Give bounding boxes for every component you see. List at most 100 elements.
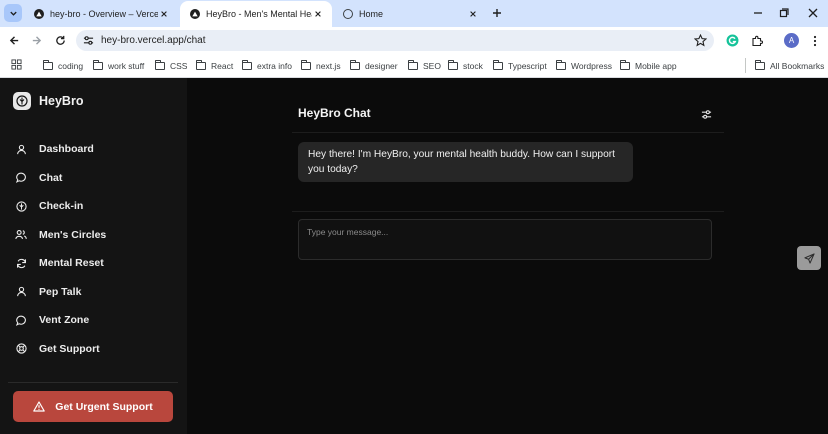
tab-vercel[interactable]: hey-bro - Overview – Vercel [24,1,178,27]
restore-button[interactable] [776,5,792,21]
arrow-right-icon [32,36,42,45]
brand[interactable]: HeyBro [13,92,83,110]
tab-search-button[interactable] [4,4,22,22]
send-button[interactable] [797,246,821,270]
close-tab-icon[interactable] [467,8,479,20]
chat-main: HeyBro Chat Hey there! I'm HeyBro, your … [187,78,828,434]
sidebar-item-label: Check-in [39,200,84,213]
bookmark-folder[interactable]: extra info [242,58,292,73]
bookmark-label: coding [58,60,84,71]
apps-grid-icon[interactable] [11,59,22,70]
bookmark-folder[interactable]: next.js [301,58,341,73]
bookmark-folder[interactable]: Wordpress [556,58,612,73]
lifebuoy-icon [15,343,27,355]
tab-heybro[interactable]: HeyBro - Men's Mental Health [180,1,332,27]
sidebar-item-chat[interactable]: Chat [0,164,187,193]
sidebar-item-vent-zone[interactable]: Vent Zone [0,306,187,335]
forward-button[interactable] [28,32,45,49]
chat-bubble-icon [15,172,27,184]
sidebar-item-pep-talk[interactable]: Pep Talk [0,278,187,307]
browser-menu-button[interactable] [806,32,823,49]
sliders-icon [701,109,711,119]
bookmark-folder[interactable]: work stuff [93,58,144,73]
sidebar-item-check-in[interactable]: Check-in [0,192,187,221]
bookmarks-divider [745,58,746,73]
close-tab-icon[interactable] [312,8,324,20]
bookmark-folder[interactable]: CSS [155,58,187,73]
bookmark-folder[interactable]: designer [350,58,398,73]
bookmark-folder[interactable]: SEO [408,58,441,73]
back-button[interactable] [6,32,23,49]
sidebar-item-label: Chat [39,171,63,184]
extensions-button[interactable] [748,32,765,49]
sidebar-item-label: Get Support [39,342,100,355]
plus-icon [493,9,501,17]
folder-icon [242,59,252,70]
brand-name: HeyBro [39,94,84,108]
sidebar-item-mens-circles[interactable]: Men's Circles [0,221,187,250]
browser-chrome: hey-bro - Overview – Vercel HeyBro - Men… [0,0,828,78]
bookmark-label: designer [365,60,398,71]
tab-title: HeyBro - Men's Mental Health [206,9,312,19]
bookmark-label: All Bookmarks [770,60,825,71]
close-icon [808,8,818,18]
close-window-button[interactable] [805,5,821,21]
heybro-logo-icon [13,92,31,110]
minimize-icon [754,12,762,14]
folder-icon [556,59,566,70]
chat-bubble-icon [15,314,27,326]
bookmark-folder[interactable]: Mobile app [620,58,677,73]
new-tab-button[interactable] [489,5,505,21]
restore-icon [779,8,789,18]
sidebar-item-label: Dashboard [39,143,94,156]
get-urgent-support-button[interactable]: Get Urgent Support [13,391,173,422]
reload-button[interactable] [52,32,69,49]
tab-strip: hey-bro - Overview – Vercel HeyBro - Men… [0,0,828,27]
chevron-down-icon [9,11,17,16]
users-icon [15,229,27,241]
folder-icon [350,59,360,70]
tab-title: hey-bro - Overview – Vercel [50,9,158,19]
bookmark-folder[interactable]: coding [43,58,83,73]
sidebar-item-get-support[interactable]: Get Support [0,335,187,364]
site-settings-icon[interactable] [83,35,94,46]
folder-icon [93,59,103,70]
folder-icon [301,59,311,70]
folder-icon [43,59,53,70]
sidebar-item-dashboard[interactable]: Dashboard [0,135,187,164]
url-text: hey-bro.vercel.app/chat [101,35,206,46]
folder-icon [620,59,630,70]
vercel-favicon-icon [34,9,44,19]
sidebar-divider [8,382,178,383]
sidebar-item-label: Vent Zone [39,314,90,327]
bookmark-folder[interactable]: React [196,58,233,73]
bookmark-folder[interactable]: stock [448,58,483,73]
chat-settings-button[interactable] [699,107,713,121]
bookmark-label: Mobile app [635,60,677,71]
check-in-icon [15,200,27,212]
reload-icon [56,35,65,45]
tab-title: Home [359,9,384,19]
tab-home[interactable]: Home [333,1,487,27]
send-icon [803,252,815,264]
close-tab-icon[interactable] [158,8,170,20]
bookmark-folder[interactable]: Typescript [493,58,547,73]
bookmark-label: Wordpress [571,60,612,71]
message-input[interactable] [298,219,712,260]
bookmark-label: SEO [423,60,441,71]
sidebar-item-mental-reset[interactable]: Mental Reset [0,249,187,278]
bookmark-label: work stuff [108,60,145,71]
folder-icon [408,59,418,70]
arrow-left-icon [9,36,19,45]
sidebar-item-label: Pep Talk [39,285,82,298]
bookmark-label: extra info [257,60,292,71]
profile-avatar[interactable]: A [784,33,799,48]
folder-icon [755,59,765,70]
minimize-button[interactable] [750,5,766,21]
all-bookmarks-button[interactable]: All Bookmarks [755,58,824,73]
address-bar[interactable]: hey-bro.vercel.app/chat [76,30,714,51]
bookmark-star-icon[interactable] [694,34,707,47]
more-vertical-icon [813,35,816,46]
grammarly-extension-button[interactable] [724,32,741,49]
folder-icon [155,59,165,70]
